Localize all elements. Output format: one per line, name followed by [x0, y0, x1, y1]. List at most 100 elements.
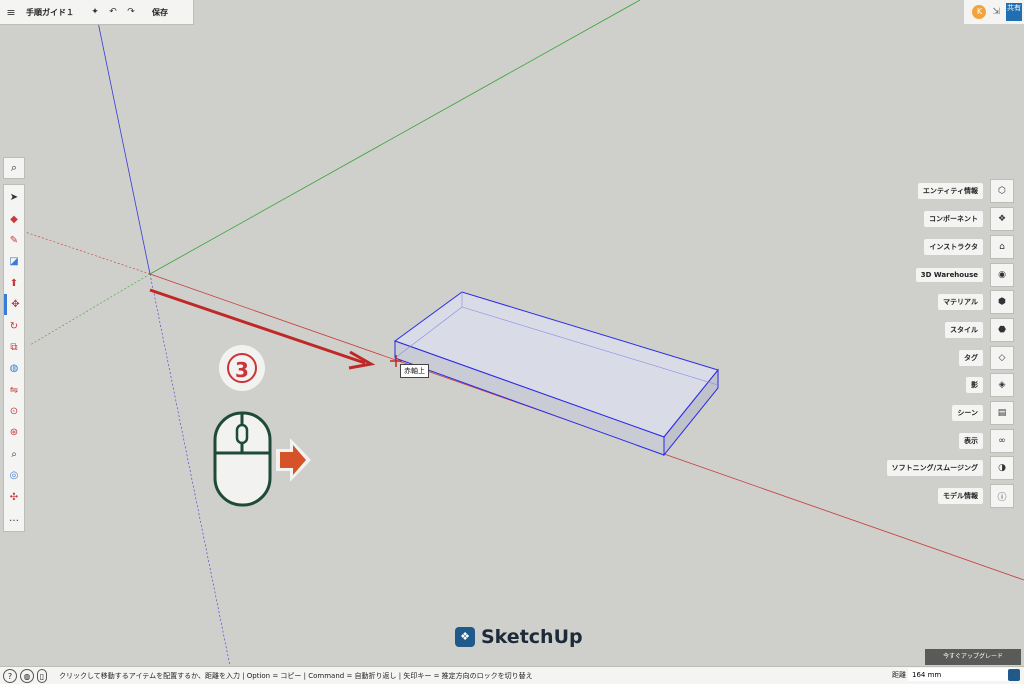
mouse-move-right-arrow	[276, 438, 311, 482]
entity-info-icon[interactable]: ⬡	[990, 179, 1014, 203]
flip-icon: ⇋	[9, 384, 19, 396]
materials-icon[interactable]: ⬢	[990, 290, 1014, 314]
step-badge: 3	[219, 345, 265, 391]
mouse-illustration	[213, 411, 272, 507]
panel-label: タグ	[959, 350, 983, 366]
sections-tool-button[interactable]: ✣	[4, 486, 24, 507]
panel-styles[interactable]: スタイル ⬣	[945, 318, 1014, 342]
left-toolbar: ➤ ◆ ✎ ◪ ⬆ ✥ ↻ ⧉ ◍ ⇋ ⊙ ⊛ ⌕ ◎ ✣ …	[3, 184, 25, 533]
soften-icon[interactable]: ◑	[990, 456, 1014, 480]
panel-display[interactable]: 表示 ∞	[959, 429, 1014, 453]
sketchup-logo: ❖ SketchUp	[455, 626, 583, 648]
help-icon[interactable]: ?	[3, 668, 17, 683]
upgrade-button[interactable]: 今すぐアップグレード	[925, 649, 1021, 665]
push-pull-icon: ⬆	[9, 277, 19, 289]
model-info-icon[interactable]: ⓘ	[990, 484, 1014, 508]
logo-text: SketchUp	[481, 626, 583, 648]
rotate-tool-button[interactable]: ↻	[4, 315, 24, 336]
save-button[interactable]: 保存	[152, 7, 168, 18]
panel-label: 表示	[959, 433, 983, 449]
panel-label: コンポーネント	[924, 211, 983, 227]
move-tool-button[interactable]: ✥	[4, 293, 24, 316]
panel-label: モデル情報	[938, 488, 983, 504]
styles-icon[interactable]: ⬣	[990, 318, 1014, 342]
search-tool-button[interactable]: ⌕	[3, 157, 25, 179]
select-tool-button[interactable]: ➤	[4, 187, 24, 208]
inference-tooltip: 赤軸上	[400, 364, 429, 378]
panel-model-info[interactable]: モデル情報 ⓘ	[938, 484, 1014, 508]
orbit-icon: ◎	[9, 470, 19, 482]
panel-scenes[interactable]: シーン ▤	[952, 401, 1014, 425]
zoom-tool-button[interactable]: ⌕	[4, 444, 24, 465]
model-viewport[interactable]	[0, 0, 1024, 683]
eraser-tool-button[interactable]: ◆	[4, 208, 24, 229]
step-number: 3	[227, 353, 257, 383]
flip-tool-button[interactable]: ⇋	[4, 380, 24, 401]
panel-3d-warehouse[interactable]: 3D Warehouse ◉	[915, 263, 1014, 287]
more-tools-button[interactable]: …	[4, 508, 24, 529]
panel-label: インストラクタ	[924, 239, 983, 255]
panel-instructor[interactable]: インストラクタ ⌂	[924, 235, 1014, 259]
tape-measure-tool-button[interactable]: ⊙	[4, 401, 24, 422]
globe-icon[interactable]: ◍	[20, 668, 34, 683]
panel-entity-info[interactable]: エンティティ情報 ⬡	[917, 179, 1014, 203]
rectangle-icon: ◪	[9, 256, 19, 268]
display-icon[interactable]: ∞	[990, 429, 1014, 453]
panel-soften[interactable]: ソフトニング/スムージング ◑	[886, 456, 1014, 480]
paint-bucket-tool-button[interactable]: ◍	[4, 358, 24, 379]
mouse-icon[interactable]: ▯	[37, 668, 47, 683]
green-axis	[149, 0, 641, 275]
zoom-icon: ⌕	[11, 448, 17, 460]
sections-icon: ✣	[9, 491, 19, 503]
shadows-icon[interactable]: ◈	[990, 373, 1014, 397]
panel-label: 3D Warehouse	[915, 268, 983, 282]
sketchup-small-logo-icon	[1008, 669, 1020, 681]
panel-shadows[interactable]: 影 ◈	[966, 373, 1014, 397]
red-axis-negative	[24, 231, 151, 275]
instructor-icon[interactable]: ⌂	[990, 235, 1014, 259]
panel-label: シーン	[952, 405, 983, 421]
top-toolbar: ≡ 手順ガイド１ ✦ ↶ ↷ 保存	[0, 0, 194, 25]
status-hint: クリックして移動するアイテムを配置するか、距離を入力 | Option = コピ…	[59, 671, 533, 680]
status-bar: ? ◍ ▯ クリックして移動するアイテムを配置するか、距離を入力 | Optio…	[0, 666, 1024, 684]
hamburger-menu-icon[interactable]: ≡	[0, 6, 22, 19]
panel-tags[interactable]: タグ ◇	[959, 346, 1014, 370]
arrow-pointer-icon: ➤	[9, 192, 19, 204]
panel-materials[interactable]: マテリアル ⬢	[938, 290, 1014, 314]
panel-label: エンティティ情報	[917, 183, 983, 199]
paint-bucket-icon: ◍	[9, 363, 19, 375]
scale-icon: ⧉	[10, 341, 18, 353]
share-button[interactable]: 共有	[1006, 3, 1022, 21]
rotate-icon: ↻	[9, 320, 19, 332]
redo-icon[interactable]: ↷	[122, 7, 140, 17]
pencil-tool-button[interactable]: ✎	[4, 230, 24, 251]
scenes-icon[interactable]: ▤	[990, 401, 1014, 425]
panel-components[interactable]: コンポーネント ❖	[924, 207, 1014, 231]
rectangle-tool-button[interactable]: ◪	[4, 251, 24, 272]
orbit-tool-button[interactable]: ◎	[4, 465, 24, 486]
distance-input[interactable]	[908, 668, 1016, 681]
model-title[interactable]: 手順ガイド１	[26, 7, 74, 18]
tags-icon[interactable]: ◇	[990, 346, 1014, 370]
avatar[interactable]: K	[972, 5, 987, 19]
panel-label: マテリアル	[938, 294, 983, 310]
panel-label: ソフトニング/スムージング	[886, 460, 983, 476]
sketchup-logo-icon: ❖	[455, 627, 475, 647]
pencil-icon: ✎	[9, 234, 19, 246]
warehouse-icon[interactable]: ◉	[990, 263, 1014, 287]
sparkle-icon[interactable]: ✦	[86, 7, 104, 17]
panel-label: 影	[966, 377, 983, 393]
eraser-icon: ◆	[10, 213, 18, 225]
panel-label: スタイル	[945, 322, 983, 338]
blue-axis	[97, 21, 151, 275]
selected-box[interactable]	[393, 291, 719, 457]
undo-icon[interactable]: ↶	[104, 7, 122, 17]
tape-measure-icon: ⊙	[9, 406, 19, 418]
scale-tool-button[interactable]: ⧉	[4, 337, 24, 358]
position-camera-tool-button[interactable]: ⊛	[4, 422, 24, 443]
top-right-controls: K ⇲ 共有	[964, 0, 1024, 24]
components-icon[interactable]: ❖	[990, 207, 1014, 231]
green-axis-negative	[29, 273, 151, 346]
push-pull-tool-button[interactable]: ⬆	[4, 273, 24, 294]
collapse-icon[interactable]: ⇲	[992, 7, 1000, 17]
